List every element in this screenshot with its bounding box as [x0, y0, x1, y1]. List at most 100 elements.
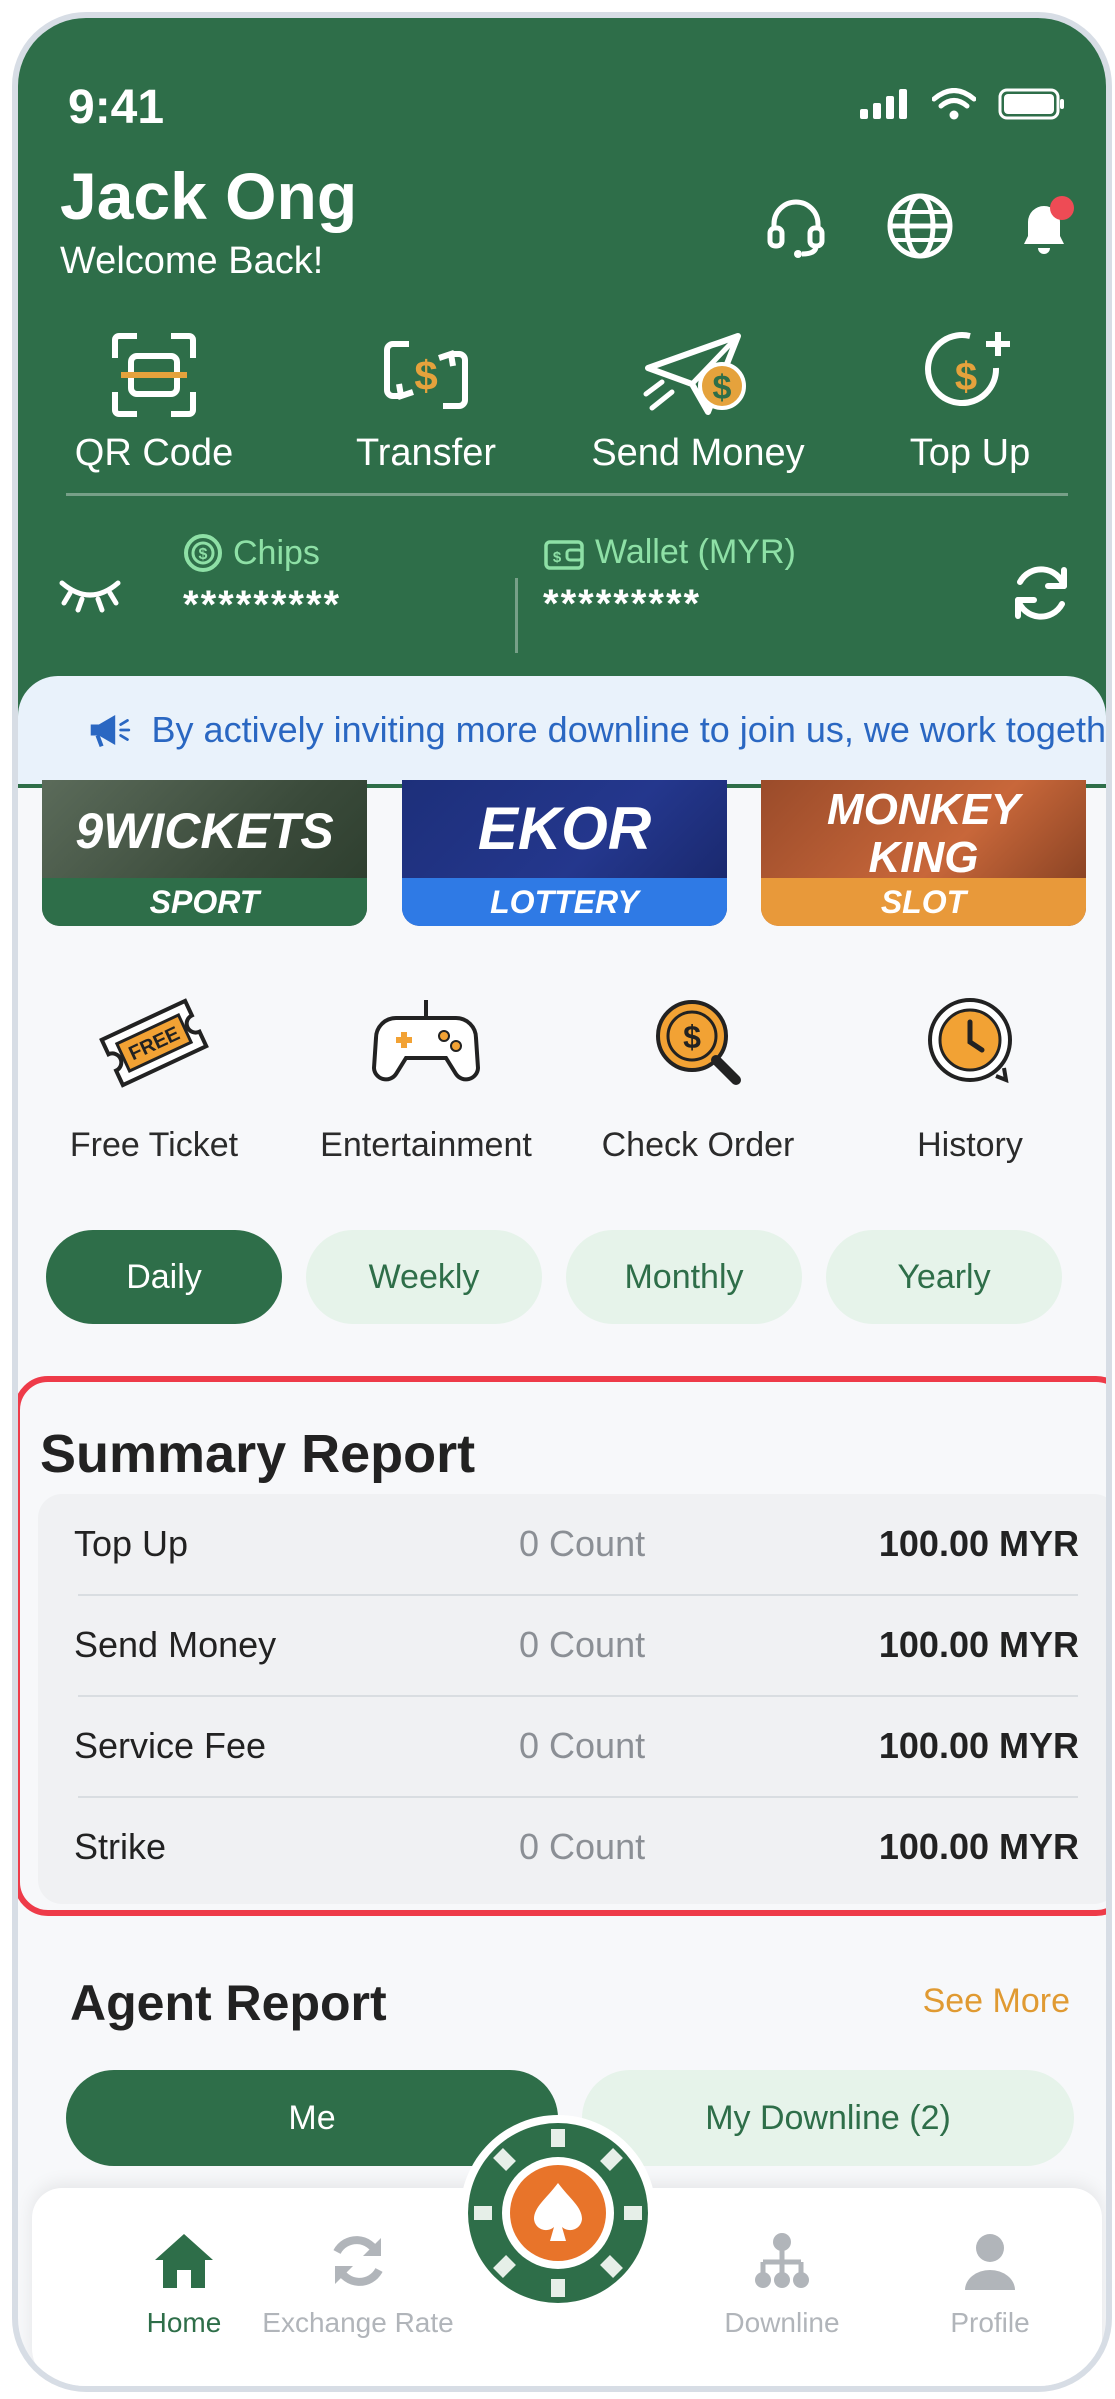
top-up-button[interactable]: $ Top Up [834, 328, 1106, 475]
game-title-lottery: EKOR [477, 795, 652, 862]
service-label-check-order: Check Order [601, 1126, 795, 1164]
hierarchy-icon [755, 2233, 809, 2288]
megaphone-icon [90, 715, 131, 748]
quick-label-send: Send Money [591, 432, 805, 474]
agent-report-title: Agent Report [70, 1975, 387, 2031]
chips-balance: $ Chips ********* [183, 533, 341, 628]
quick-actions: QR Code $ Transfer $ Send Money $ Top Up [18, 328, 1106, 475]
announcement-bar[interactable]: By actively inviting more downline to jo… [18, 676, 1106, 784]
game-title-sport: 9WICKETS [75, 803, 334, 859]
summary-name: Strike [74, 1826, 167, 1867]
chips-value: ********* [183, 583, 342, 627]
gamepad-icon [371, 1000, 481, 1082]
globe-icon[interactable] [884, 190, 956, 262]
bell-icon[interactable] [1008, 190, 1080, 262]
svg-text:$: $ [955, 355, 977, 399]
send-money-icon: $ [643, 333, 746, 415]
period-selector: Daily Weekly Monthly Yearly [46, 1230, 1062, 1324]
svg-text:$: $ [713, 369, 732, 407]
refresh-icon[interactable] [1006, 558, 1076, 628]
summary-amount: 100.00 MYR [878, 1826, 1079, 1867]
game-category-sport: SPORT [42, 878, 367, 926]
svg-text:$: $ [199, 546, 208, 563]
game-category-lottery: LOTTERY [402, 878, 727, 926]
search-coin-icon: $ [656, 1000, 741, 1085]
summary-name: Service Fee [74, 1725, 267, 1766]
summary-amount: 100.00 MYR [878, 1523, 1079, 1564]
game-category-slot: SLOT [761, 878, 1086, 926]
chip-coin-icon: $ [184, 534, 222, 572]
transfer-icon: $ [384, 341, 468, 409]
welcome-text: Welcome Back! [60, 240, 324, 282]
signal-icon [860, 89, 907, 119]
home-icon [155, 2234, 213, 2288]
nav-label-home: Home [146, 2307, 222, 2338]
wallet-value: ********* [543, 582, 702, 626]
history-button[interactable]: History [834, 988, 1106, 1165]
nav-exchange-rate[interactable]: Exchange Rate [258, 2230, 458, 2339]
summary-amount: 100.00 MYR [878, 1624, 1079, 1665]
summary-title: Summary Report [40, 1424, 476, 1484]
status-time: 9:41 [68, 81, 165, 134]
summary-row: Top Up 0 Count 100.00 MYR [74, 1494, 1079, 1594]
summary-count: 0 Count [519, 1725, 646, 1766]
poker-chip-icon [460, 2115, 656, 2311]
summary-count: 0 Count [519, 1624, 646, 1665]
period-monthly[interactable]: Monthly [566, 1230, 802, 1324]
qr-code-button[interactable]: QR Code [18, 328, 290, 475]
summary-name: Top Up [74, 1523, 189, 1564]
chips-label: Chips [233, 533, 320, 572]
nav-downline[interactable]: Downline [682, 2230, 882, 2339]
period-daily[interactable]: Daily [46, 1230, 282, 1324]
header: 9:41 Jack Ong Welcome Back! QR Code $ Tr… [18, 18, 1106, 788]
nav-label-exchange: Exchange Rate [262, 2307, 454, 2338]
header-divider [66, 493, 1068, 496]
free-ticket-button[interactable]: FREE Free Ticket [18, 988, 290, 1165]
see-more-link[interactable]: See More [923, 1982, 1070, 2021]
quick-label-qr: QR Code [74, 432, 234, 474]
nav-label-downline: Downline [724, 2307, 840, 2338]
service-actions: FREE Free Ticket Entertainment $ Check O… [18, 988, 1106, 1165]
transfer-button[interactable]: $ Transfer [290, 328, 562, 475]
profile-icon [965, 2234, 1015, 2290]
exchange-icon [333, 2236, 383, 2286]
game-card-lottery[interactable]: EKOR LOTTERY [402, 780, 727, 926]
quick-label-transfer: Transfer [355, 432, 497, 474]
balance-separator [515, 578, 518, 653]
center-chip-button[interactable] [458, 2113, 658, 2313]
summary-amount: 100.00 MYR [878, 1725, 1079, 1766]
nav-label-profile: Profile [950, 2307, 1030, 2338]
wallet-icon: $ [544, 539, 584, 570]
service-label-history: History [917, 1126, 1023, 1164]
check-order-button[interactable]: $ Check Order [562, 988, 834, 1165]
quick-label-topup: Top Up [909, 432, 1031, 474]
phone-frame: 9:41 Jack Ong Welcome Back! QR Code $ Tr… [12, 12, 1112, 2392]
top-up-icon: $ [925, 332, 1010, 407]
service-label-entertainment: Entertainment [320, 1126, 532, 1164]
status-bar-icons [860, 88, 1066, 120]
ticket-icon: FREE [99, 998, 209, 1088]
summary-name: Send Money [74, 1624, 277, 1665]
summary-row: Send Money 0 Count 100.00 MYR [74, 1595, 1079, 1695]
summary-card: Top Up 0 Count 100.00 MYR Send Money 0 C… [38, 1494, 1106, 1904]
game-title-slot: MONKEY KING [826, 785, 1021, 882]
user-name: Jack Ong [60, 159, 358, 233]
game-card-slot[interactable]: MONKEY KING SLOT [761, 780, 1086, 926]
header-actions [760, 190, 1080, 262]
game-card-sport[interactable]: 9WICKETS SPORT [42, 780, 367, 926]
wallet-label: Wallet (MYR) [595, 533, 796, 571]
summary-row: Service Fee 0 Count 100.00 MYR [74, 1696, 1079, 1796]
wallet-balance: $ Wallet (MYR) ********* [543, 533, 796, 627]
nav-home[interactable]: Home [84, 2230, 284, 2339]
headset-icon[interactable] [760, 190, 832, 262]
svg-text:$: $ [553, 549, 562, 566]
battery-icon [998, 88, 1064, 120]
period-yearly[interactable]: Yearly [826, 1230, 1062, 1324]
nav-profile[interactable]: Profile [890, 2230, 1090, 2339]
eye-closed-icon[interactable] [58, 573, 122, 613]
entertainment-button[interactable]: Entertainment [290, 988, 562, 1165]
svg-text:$: $ [414, 352, 437, 399]
period-weekly[interactable]: Weekly [306, 1230, 542, 1324]
service-label-free-ticket: Free Ticket [69, 1126, 239, 1164]
send-money-button[interactable]: $ Send Money [562, 328, 834, 475]
